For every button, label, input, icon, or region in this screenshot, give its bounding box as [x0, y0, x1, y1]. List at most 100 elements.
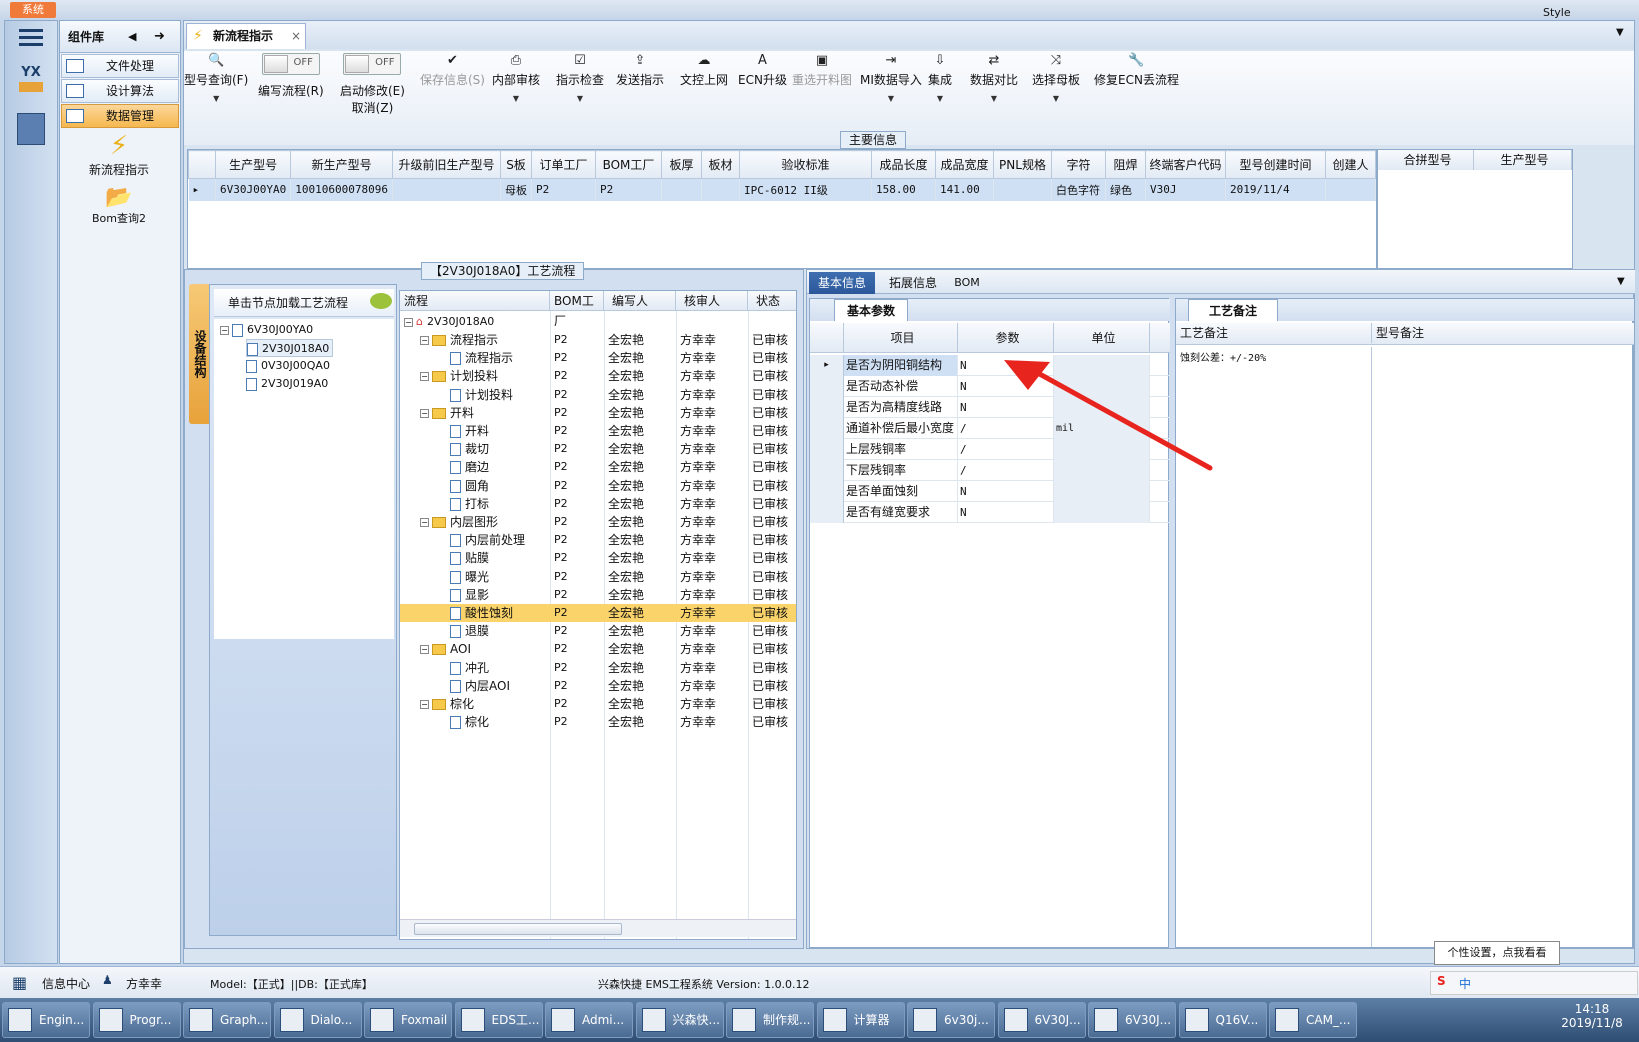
- flow-row[interactable]: 酸性蚀刻 P2 全宏艳 方幸幸 已审核: [400, 604, 796, 622]
- flow-row[interactable]: 退膜 P2 全宏艳 方幸幸 已审核: [400, 622, 796, 640]
- col-header-unit[interactable]: 单位: [1054, 323, 1150, 353]
- detail-dropdown-icon[interactable]: ▼: [1617, 276, 1625, 287]
- flow-row[interactable]: 圆角 P2 全宏艳 方幸幸 已审核: [400, 477, 796, 495]
- flow-row[interactable]: − AOI P2 全宏艳 方幸幸 已审核: [400, 640, 796, 658]
- flow-row[interactable]: 打标 P2 全宏艳 方幸幸 已审核: [400, 495, 796, 513]
- main-info-col-header[interactable]: 新生产型号: [290, 150, 393, 179]
- toolbar-button[interactable]: A ECN升级: [738, 53, 787, 88]
- tab-basic-params[interactable]: 基本参数: [834, 299, 908, 321]
- toolbar-button[interactable]: ☑ 指示检查 ▼: [556, 53, 604, 103]
- toggle-switch[interactable]: OFF: [343, 53, 402, 75]
- taskbar-item[interactable]: Foxmail: [364, 1002, 452, 1038]
- flow-row[interactable]: 贴膜 P2 全宏艳 方幸幸 已审核: [400, 549, 796, 567]
- flow-row[interactable]: 磨边 P2 全宏艳 方幸幸 已审核: [400, 458, 796, 476]
- flow-row[interactable]: 内层AOI P2 全宏艳 方幸幸 已审核: [400, 677, 796, 695]
- toolbar-button[interactable]: ⤨ 选择母板 ▼: [1032, 53, 1080, 103]
- collapse-icon[interactable]: −: [420, 645, 429, 655]
- taskbar-item[interactable]: CAM_...: [1269, 1002, 1357, 1038]
- chevron-down-icon[interactable]: ▼: [556, 94, 604, 103]
- tree-node-child[interactable]: 2V30J018A0: [246, 339, 334, 357]
- hamburger-menu-icon[interactable]: [19, 27, 43, 47]
- toolbar-button[interactable]: 🔍 型号查询(F) ▼: [184, 53, 248, 103]
- info-center-link[interactable]: 信息中心: [42, 975, 90, 992]
- style-menu[interactable]: Style: [1543, 6, 1571, 19]
- ime-mode[interactable]: 中: [1459, 975, 1471, 992]
- flow-row[interactable]: − 计划投料 P2 全宏艳 方幸幸 已审核: [400, 367, 796, 385]
- toolbar-button[interactable]: ⎙ 内部审核 ▼: [492, 53, 540, 103]
- chevron-down-icon[interactable]: ▼: [1032, 94, 1080, 103]
- system-menu-button[interactable]: 系统: [10, 2, 56, 18]
- chevron-down-icon[interactable]: ▼: [928, 94, 952, 103]
- col-header-bom[interactable]: BOM工厂: [550, 291, 604, 328]
- toggle-switch[interactable]: OFF: [261, 53, 320, 75]
- main-info-cell[interactable]: V30J: [1145, 178, 1226, 201]
- component-item[interactable]: 数据管理: [61, 104, 179, 128]
- collapse-icon[interactable]: −: [220, 325, 229, 335]
- param-value[interactable]: N: [958, 481, 1054, 502]
- ime-bar[interactable]: S 中: [1430, 971, 1638, 995]
- taskbar-item[interactable]: 6V30J...: [997, 1002, 1086, 1038]
- main-info-col-header[interactable]: 终端客户代码: [1145, 150, 1226, 179]
- col-header-flow[interactable]: 流程: [400, 291, 550, 311]
- tab-bom[interactable]: BOM: [947, 272, 987, 294]
- col-header-status[interactable]: 状态: [748, 291, 796, 311]
- main-info-cell[interactable]: [661, 178, 702, 201]
- toolbar-button[interactable]: 🔧 修复ECN丢流程: [1094, 53, 1179, 88]
- component-item[interactable]: 文件处理: [61, 54, 179, 78]
- collapse-icon[interactable]: −: [404, 317, 413, 327]
- main-info-cell[interactable]: 2019/11/4: [1225, 178, 1326, 201]
- main-info-col-header[interactable]: PNL规格: [993, 150, 1052, 179]
- flow-row[interactable]: − 内层图形 P2 全宏艳 方幸幸 已审核: [400, 513, 796, 531]
- flow-row[interactable]: 棕化 P2 全宏艳 方幸幸 已审核: [400, 713, 796, 731]
- tab-dropdown-icon[interactable]: ▼: [1616, 27, 1624, 38]
- main-info-cell[interactable]: P2: [595, 178, 662, 201]
- taskbar-item[interactable]: 6V30J...: [1088, 1002, 1176, 1038]
- collapse-icon[interactable]: −: [420, 518, 429, 527]
- chevron-down-icon[interactable]: ▼: [184, 94, 248, 103]
- collapse-icon[interactable]: −: [420, 700, 429, 709]
- param-row[interactable]: 是否单面蚀刻 N: [810, 481, 1170, 502]
- main-info-col-header[interactable]: 订单工厂: [531, 150, 596, 179]
- main-info-cell[interactable]: 6V30J00YA0: [215, 178, 292, 201]
- taskbar-item[interactable]: Dialo...: [273, 1002, 362, 1038]
- main-info-col-header[interactable]: 生产型号: [215, 150, 292, 179]
- device-structure-tab[interactable]: 设备结构: [189, 284, 211, 424]
- toolbar-button[interactable]: ⇄ 数据对比 ▼: [970, 53, 1018, 103]
- main-info-cell[interactable]: 母板: [500, 178, 532, 201]
- flow-row[interactable]: − 开料 P2 全宏艳 方幸幸 已审核: [400, 404, 796, 422]
- main-info-col-header[interactable]: 板厚: [661, 150, 702, 179]
- tab-process-note[interactable]: 工艺备注: [1188, 299, 1278, 321]
- taskbar-item[interactable]: Progr...: [92, 1002, 181, 1038]
- flow-row[interactable]: 裁切 P2 全宏艳 方幸幸 已审核: [400, 440, 796, 458]
- taskbar-item[interactable]: 6v30j...: [907, 1002, 995, 1038]
- main-info-col-header[interactable]: S板: [500, 150, 532, 179]
- pin-icon[interactable]: ➜: [154, 21, 165, 53]
- main-info-col-header[interactable]: 字符: [1051, 150, 1106, 179]
- flow-row[interactable]: 内层前处理 P2 全宏艳 方幸幸 已审核: [400, 531, 796, 549]
- taskbar-item[interactable]: Graph...: [183, 1002, 271, 1038]
- taskbar-item[interactable]: Q16V...: [1178, 1002, 1267, 1038]
- component-item[interactable]: 设计算法: [61, 79, 179, 103]
- toolbar-button[interactable]: OFF 编写流程(R): [258, 53, 324, 99]
- flow-row[interactable]: 显影 P2 全宏艳 方幸幸 已审核: [400, 586, 796, 604]
- flow-row[interactable]: 冲孔 P2 全宏艳 方幸幸 已审核: [400, 659, 796, 677]
- tab-extended-info[interactable]: 拓展信息: [883, 272, 943, 294]
- taskbar-item[interactable]: 兴森快...: [635, 1002, 724, 1038]
- tab-basic-info[interactable]: 基本信息: [809, 272, 875, 294]
- tree-node-root[interactable]: − 6V30J00YA0: [220, 321, 313, 339]
- main-info-cell[interactable]: [993, 178, 1052, 201]
- main-info-cell[interactable]: [392, 178, 501, 201]
- horizontal-scrollbar[interactable]: [400, 919, 796, 937]
- flow-row[interactable]: 流程指示 P2 全宏艳 方幸幸 已审核: [400, 349, 796, 367]
- clock[interactable]: 14:18 2019/11/8: [1552, 1002, 1632, 1030]
- main-info-col-header[interactable]: BOM工厂: [595, 150, 662, 179]
- settings-tooltip[interactable]: 个性设置，点我看看: [1434, 941, 1560, 965]
- col-header-item[interactable]: 项目: [844, 323, 958, 353]
- col-header-param[interactable]: 参数: [958, 323, 1054, 353]
- param-value[interactable]: N: [958, 502, 1054, 523]
- toolbar-button[interactable]: ☁ 文控上网: [680, 53, 728, 88]
- main-info-cell[interactable]: 绿色: [1105, 178, 1146, 201]
- main-info-col-header[interactable]: 升级前旧生产型号: [392, 150, 501, 179]
- col-header-writer[interactable]: 编写人: [604, 291, 676, 311]
- col-header-reviewer[interactable]: 核审人: [676, 291, 748, 311]
